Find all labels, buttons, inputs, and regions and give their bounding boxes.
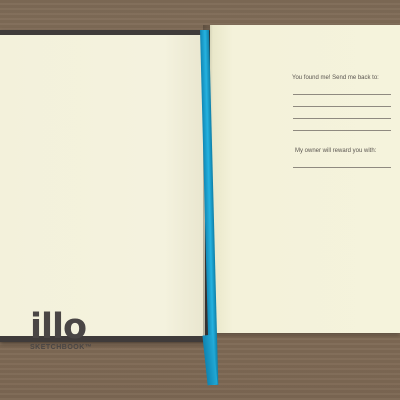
address-line-3 [293,118,391,119]
logo-wordmark: illo [30,307,87,347]
reward-line [293,167,391,168]
logo-subtitle: SKETCHBOOK™ [30,344,93,351]
address-line-4 [293,130,391,131]
illo-logo: illo SKETCHBOOK™ [30,307,93,352]
address-line-1 [293,94,391,95]
address-line-2 [293,106,391,107]
left-endpaper: illo SKETCHBOOK™ [0,35,205,351]
right-page [210,25,400,333]
return-address-prompt: You found me! Send me back to: [292,75,379,81]
reward-prompt: My owner will reward you with: [295,148,377,154]
